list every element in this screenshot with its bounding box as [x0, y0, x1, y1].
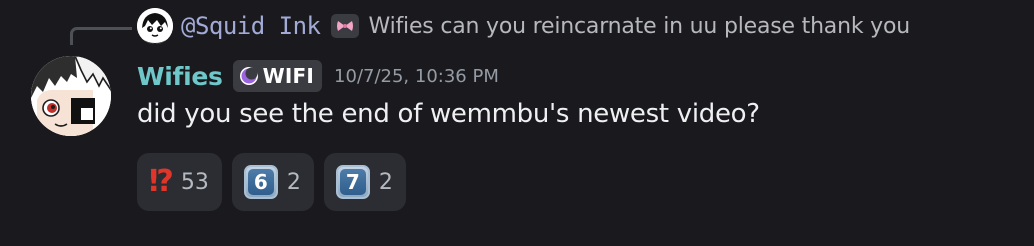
reply-spine [70, 27, 132, 45]
interrobang-emoji-icon: ⁉ [149, 164, 174, 199]
message-content: did you see the end of wemmbu's newest v… [137, 99, 760, 129]
reply-avatar-art [137, 8, 173, 44]
reaction-count: 2 [378, 169, 393, 195]
moon-icon [239, 66, 259, 86]
keycap-six-emoji-icon: 6 [243, 165, 278, 199]
reaction-count: 53 [180, 169, 209, 195]
timestamp[interactable]: 10/7/25, 10:36 PM [334, 66, 499, 87]
username[interactable]: Wifies [137, 62, 223, 91]
message-header: Wifies WIFI 10/7/25, 10:36 PM [137, 57, 499, 95]
reply-preview[interactable]: @Squid Ink Wifies can you reincarnate in… [137, 8, 910, 44]
author-avatar[interactable] [31, 56, 111, 136]
reaction-keycap-six[interactable]: 6 2 [231, 153, 314, 211]
role-label: WIFI [262, 64, 315, 88]
keycap-six-digit: 6 [247, 169, 274, 195]
reply-text[interactable]: Wifies can you reincarnate in uu please … [369, 14, 911, 39]
role-badge[interactable]: WIFI [232, 60, 323, 92]
author-avatar-art [31, 56, 111, 136]
reactions-bar: ⁉ 53 6 2 7 2 [137, 153, 406, 211]
reaction-count: 2 [286, 169, 301, 195]
reaction-keycap-seven[interactable]: 7 2 [323, 153, 406, 211]
reply-author[interactable]: @Squid Ink [181, 12, 321, 40]
reply-avatar[interactable] [137, 8, 173, 44]
bow-icon [330, 14, 359, 38]
reaction-interrobang[interactable]: ⁉ 53 [137, 153, 222, 211]
keycap-seven-emoji-icon: 7 [335, 165, 370, 199]
keycap-seven-digit: 7 [339, 169, 366, 195]
